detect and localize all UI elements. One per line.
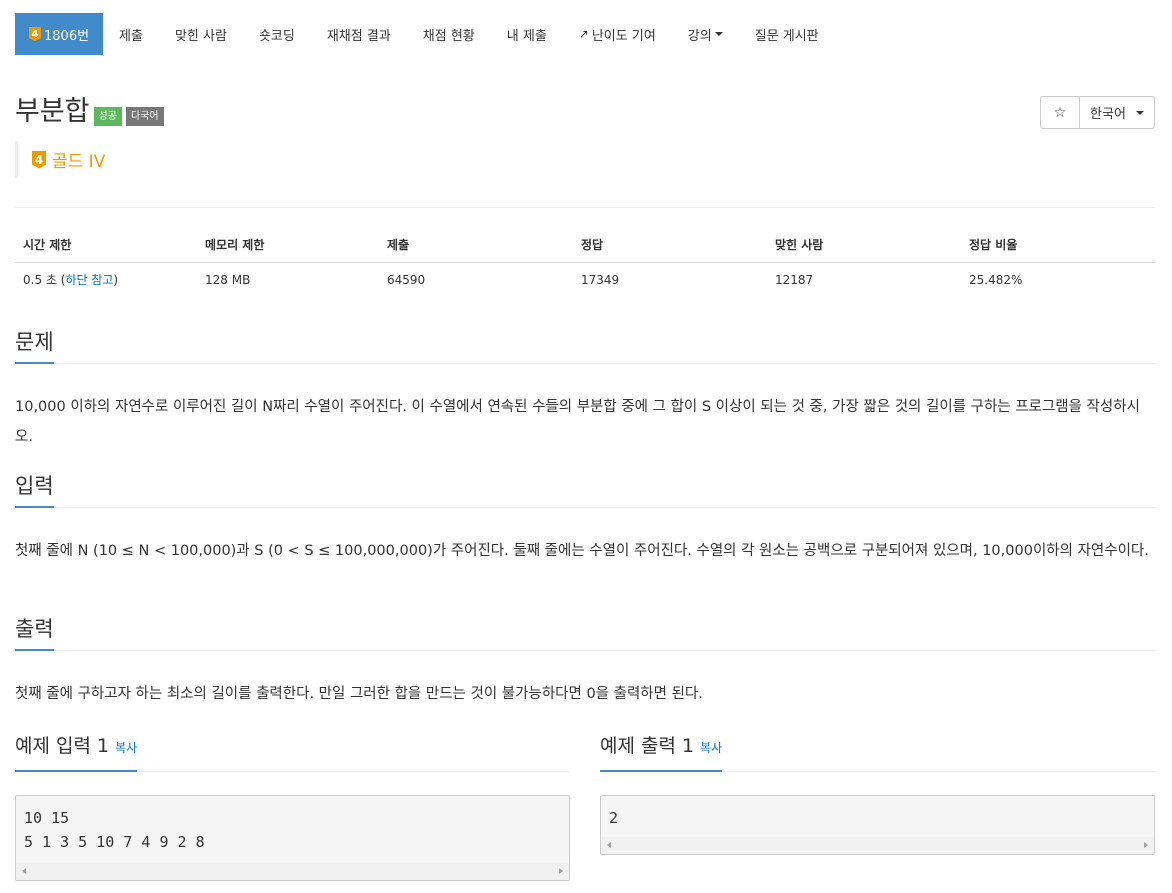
star-button[interactable]: ☆ (1041, 97, 1080, 128)
scroll-left-icon[interactable] (607, 842, 611, 848)
problem-description: 10,000 이하의 자연수로 이루어진 길이 N짜리 수열이 주어진다. 이 … (15, 399, 1140, 445)
scroll-right-icon[interactable] (559, 868, 563, 874)
table-header-row: 시간 제한 메모리 제한 제출 정답 맞힌 사람 정답 비율 (15, 228, 1155, 263)
scroll-left-icon[interactable] (22, 868, 26, 874)
col-solvers: 맞힌 사람 (767, 228, 961, 263)
tier-icon: 4 (29, 27, 41, 41)
problem-menu: 4 1806번 제출 맞힌 사람 숏코딩 재채점 결과 채점 현황 내 제출 ↗… (15, 13, 835, 55)
solvers-value: 12187 (775, 272, 814, 287)
scroll-right-icon[interactable] (1144, 842, 1148, 848)
sample-input-header: 예제 입력 1 복사 (15, 732, 570, 772)
sample-output-text: 2 (609, 809, 619, 827)
sample-input-heading: 예제 입력 1 복사 (15, 732, 138, 772)
problem-info-table: 시간 제한 메모리 제한 제출 정답 맞힌 사람 정답 비율 0.5 초 (하단… (15, 228, 1155, 297)
sample-input-text: 10 15 5 1 3 5 10 7 4 9 2 8 (24, 809, 205, 851)
copy-output-button[interactable]: 복사 (700, 741, 722, 755)
status-badge-multilang: 다국어 (125, 107, 164, 126)
language-label: 한국어 (1090, 107, 1126, 122)
tab-difficulty-label: 난이도 기여 (591, 28, 656, 44)
tab-solvers[interactable]: 맞힌 사람 (159, 13, 243, 55)
col-accepted: 정답 (573, 228, 767, 263)
input-description: 첫째 줄에 N (10 ≤ N < 100,000)과 S (0 < S ≤ 1… (15, 543, 1149, 559)
tier-label[interactable]: 골드 IV (52, 147, 105, 172)
title-row: 부분합 성공 다국어 (15, 94, 164, 130)
output-heading: 출력 (15, 615, 54, 651)
time-limit-cell: 0.5 초 (하단 참고) (15, 262, 197, 297)
tab-problem[interactable]: 4 1806번 (15, 13, 104, 55)
col-ratio: 정답 비율 (961, 228, 1155, 263)
output-section-header: 출력 (15, 615, 1155, 651)
tab-rejudge[interactable]: 재채점 결과 (311, 13, 407, 55)
tab-lectures-label: 강의 (687, 28, 712, 44)
tab-status[interactable]: 채점 현황 (407, 13, 491, 55)
submissions-value: 64590 (387, 272, 426, 287)
col-submissions: 제출 (379, 228, 573, 263)
time-note-link[interactable]: 하단 참고 (65, 273, 113, 287)
divider (15, 207, 1155, 208)
tier-icon: 4 (32, 150, 46, 169)
time-limit-value: 0.5 초 ( (23, 273, 66, 288)
input-section-header: 입력 (15, 472, 1155, 508)
tab-board[interactable]: 질문 게시판 (739, 13, 835, 55)
sample-output-heading: 예제 출력 1 복사 (600, 732, 723, 772)
horizontal-scrollbar[interactable] (601, 837, 1154, 854)
sample-output-header: 예제 출력 1 복사 (600, 732, 1155, 772)
input-heading: 입력 (15, 472, 54, 508)
tab-my-submissions[interactable]: 내 제출 (491, 13, 563, 55)
sample-input-title: 예제 입력 1 (15, 735, 110, 757)
accepted-value: 17349 (581, 272, 620, 287)
copy-input-button[interactable]: 복사 (115, 741, 137, 755)
ratio-value: 25.482% (969, 272, 1023, 287)
tier-block: 4 골드 IV (15, 141, 105, 178)
external-link-icon: ↗ (578, 27, 589, 41)
tab-problem-label: 1806번 (44, 28, 90, 44)
tab-submit[interactable]: 제출 (103, 13, 159, 55)
language-dropdown[interactable]: 한국어 (1080, 97, 1154, 128)
caret-down-icon (1135, 110, 1144, 115)
tab-short-coding[interactable]: 숏코딩 (243, 13, 311, 55)
problem-section-header: 문제 (15, 328, 1155, 364)
tab-difficulty[interactable]: ↗ 난이도 기여 (563, 13, 672, 55)
memory-limit-value: 128 MB (205, 272, 251, 287)
time-limit-close: ) (113, 273, 119, 288)
status-badge-success: 성공 (93, 107, 122, 126)
problem-title: 부분합 (15, 96, 90, 127)
sample-output-box[interactable]: 2 (600, 795, 1155, 855)
caret-down-icon (714, 32, 723, 36)
horizontal-scrollbar[interactable] (16, 863, 569, 880)
language-selector: ☆ 한국어 (1040, 96, 1155, 129)
col-memory-limit: 메모리 제한 (197, 228, 379, 263)
problem-heading: 문제 (15, 328, 54, 364)
table-row: 0.5 초 (하단 참고) 128 MB 64590 17349 12187 2… (15, 262, 1155, 297)
col-time-limit: 시간 제한 (15, 228, 197, 263)
sample-input-box[interactable]: 10 15 5 1 3 5 10 7 4 9 2 8 (15, 795, 570, 881)
output-description: 첫째 줄에 구하고자 하는 최소의 길이를 출력한다. 만일 그러한 합을 만드… (15, 686, 703, 702)
tab-lectures[interactable]: 강의 (672, 13, 739, 55)
sample-output-title: 예제 출력 1 (600, 735, 695, 757)
